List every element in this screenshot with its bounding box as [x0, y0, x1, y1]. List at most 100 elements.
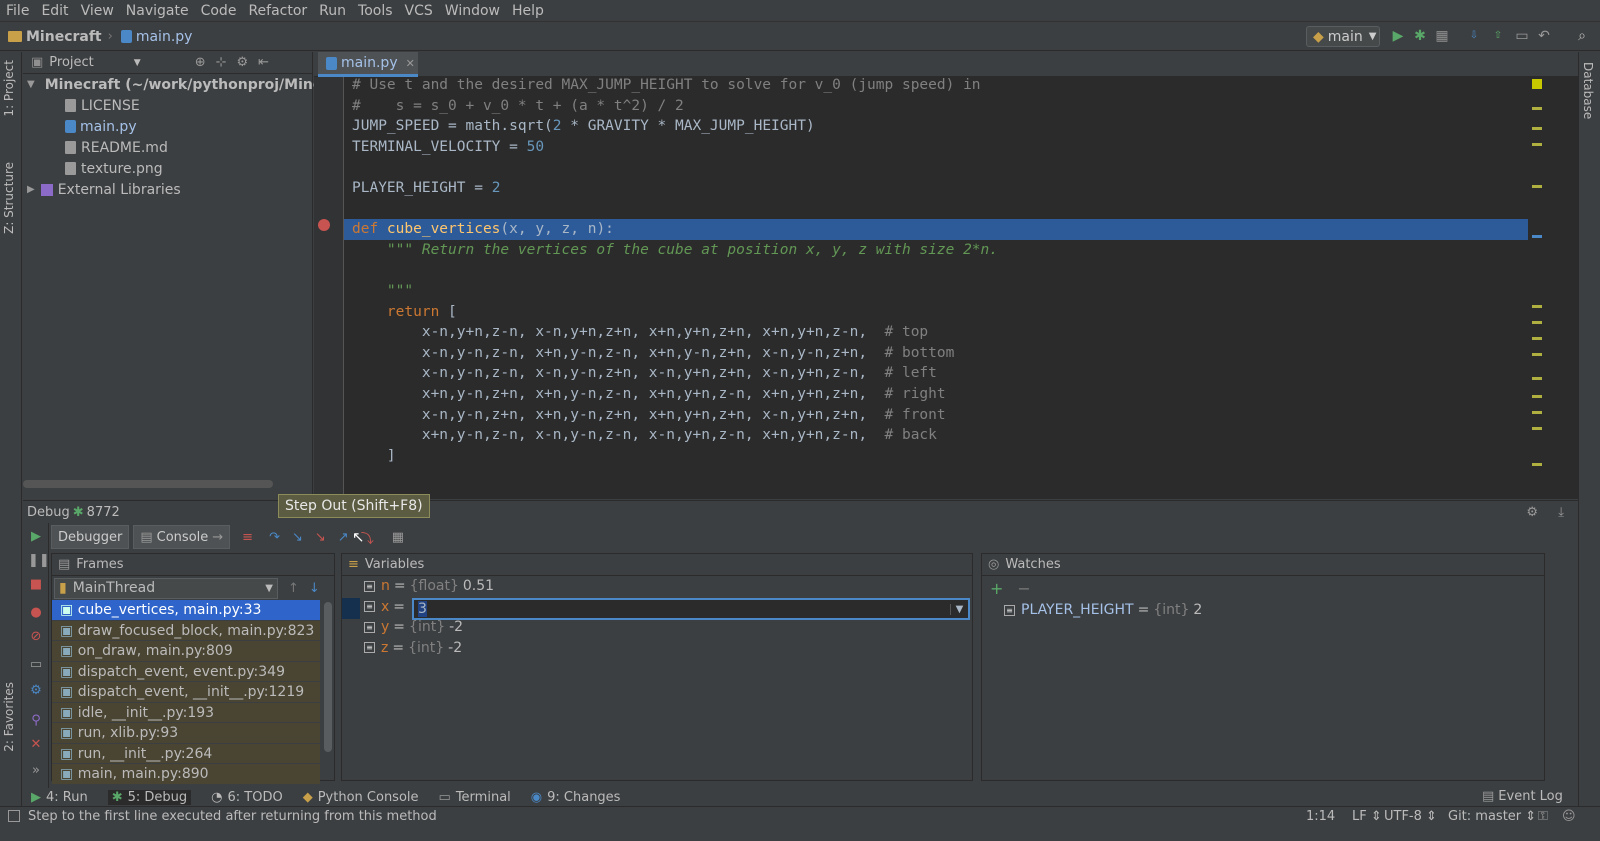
menu-help[interactable]: Help — [506, 0, 550, 22]
menu-tools[interactable]: Tools — [352, 0, 399, 22]
search-icon[interactable]: ⌕ — [1574, 28, 1590, 44]
error-stripe[interactable] — [1528, 77, 1546, 499]
tree-file[interactable]: LICENSE — [23, 95, 312, 116]
tool-tab-5-debug[interactable]: ✱ 5: Debug — [107, 789, 192, 805]
menu-window[interactable]: Window — [439, 0, 506, 22]
view-breakpoints-icon[interactable]: ● — [28, 605, 44, 621]
tool-tab-terminal[interactable]: ▭ Terminal — [439, 790, 511, 805]
frame-row[interactable]: ▣ main, main.py:890 — [52, 764, 320, 785]
watch-row[interactable]: ≡ PLAYER_HEIGHT = {int} 2 — [982, 600, 1544, 621]
close-icon[interactable]: ✕ — [28, 737, 44, 753]
event-log-button[interactable]: ▤ Event Log — [1482, 789, 1563, 804]
layout-icon[interactable]: ▭ — [28, 657, 44, 673]
file-encoding[interactable]: UTF-8 ⇕ — [1384, 809, 1437, 824]
run-icon[interactable]: ▶ — [1390, 28, 1406, 44]
breakpoint-icon[interactable] — [318, 219, 330, 231]
tab-debugger[interactable]: Debugger — [51, 525, 130, 549]
more-icon[interactable]: » — [28, 763, 44, 779]
stop-icon[interactable]: ■ — [28, 577, 44, 593]
tab-structure[interactable]: Z: Structure — [2, 162, 16, 234]
frame-row[interactable]: ▣ run, xlib.py:93 — [52, 723, 320, 744]
tree-root[interactable]: ▼ Minecraft (~/work/pythonproj/Mine — [23, 74, 322, 95]
menu-vcs[interactable]: VCS — [399, 0, 439, 22]
tab-project[interactable]: 1: Project — [2, 60, 16, 117]
previous-frame-icon[interactable]: ↑ — [288, 581, 299, 596]
code-area[interactable]: # Use t and the desired MAX_JUMP_HEIGHT … — [344, 77, 1538, 499]
vcs-update-icon[interactable]: ⇩ — [1466, 28, 1482, 44]
tree-file[interactable]: README.md — [23, 137, 312, 158]
show-execution-point-icon[interactable]: ≡ — [242, 530, 253, 545]
step-into-icon[interactable]: ↘ — [292, 530, 303, 545]
menu-run[interactable]: Run — [313, 0, 352, 22]
variable-row[interactable]: ≡ n = {float} 0.51 — [342, 576, 972, 597]
pause-icon[interactable]: ❚❚ — [28, 553, 50, 569]
coverage-icon[interactable]: ▦ — [1434, 28, 1450, 44]
mute-breakpoints-icon[interactable]: ⊘ — [28, 629, 44, 645]
frame-row[interactable]: ▣ dispatch_event, __init__.py:1219 — [52, 682, 320, 703]
gear-icon[interactable]: ⚙ — [237, 55, 249, 70]
vcs-branch[interactable]: Git: master ⇕ — [1448, 809, 1536, 824]
expand-icon[interactable]: ▶ — [27, 184, 35, 195]
tool-tab-4-run[interactable]: ▶ 4: Run — [31, 790, 88, 805]
inspector-icon[interactable]: ☺ — [1562, 809, 1576, 824]
step-over-icon[interactable]: ↷ — [269, 530, 280, 545]
frame-row[interactable]: ▣ dispatch_event, event.py:349 — [52, 661, 320, 682]
resume-icon[interactable]: ▶ — [28, 529, 44, 545]
breadcrumb-project[interactable]: Minecraft — [8, 29, 102, 45]
debug-session-tab[interactable]: 8772 — [87, 505, 120, 520]
variable-row[interactable]: ≡ z = {int} -2 — [342, 638, 972, 659]
tree-file[interactable]: texture.png — [23, 158, 312, 179]
settings-icon[interactable]: ⚙ — [28, 683, 44, 699]
editor-gutter[interactable] — [314, 77, 344, 499]
frame-row[interactable]: ▣ on_draw, main.py:809 — [52, 641, 320, 662]
vcs-commit-icon[interactable]: ⇧ — [1490, 28, 1506, 44]
revert-icon[interactable]: ↶ — [1536, 28, 1552, 44]
debug-icon[interactable]: ✱ — [1412, 28, 1428, 44]
variable-row[interactable]: ≡ y = {int} -2 — [342, 617, 972, 638]
lock-icon[interactable]: ⚿ — [1538, 809, 1548, 824]
scroll-from-source-icon[interactable]: ⊕ — [195, 55, 206, 70]
pin-tab-icon[interactable]: ⚲ — [28, 713, 44, 729]
line-separator[interactable]: LF ⇕ — [1352, 809, 1382, 824]
gear-icon[interactable]: ⚙ — [1526, 505, 1538, 520]
menu-navigate[interactable]: Navigate — [120, 0, 195, 22]
menu-view[interactable]: View — [75, 0, 120, 22]
breadcrumb-file[interactable]: main.py — [120, 29, 192, 45]
frame-row[interactable]: ▣ idle, __init__.py:193 — [52, 702, 320, 723]
force-step-into-icon[interactable]: ↘ — [315, 530, 326, 545]
menu-refactor[interactable]: Refactor — [242, 0, 313, 22]
hide-icon[interactable]: ⇤ — [258, 55, 269, 70]
horizontal-scrollbar[interactable] — [23, 480, 273, 488]
chevron-down-icon[interactable]: ▼ — [134, 58, 141, 68]
frame-row[interactable]: ▣ draw_focused_block, main.py:823 — [52, 620, 320, 641]
step-out-icon[interactable]: ↗ — [338, 530, 349, 545]
project-view-select[interactable]: Project — [49, 55, 93, 70]
caret-position[interactable]: 1:14 — [1306, 809, 1335, 824]
hide-panel-icon[interactable]: ⤓ — [1558, 505, 1564, 520]
collapse-all-icon[interactable]: ⊹ — [216, 55, 227, 70]
tab-main-py[interactable]: main.py ✕ — [318, 52, 418, 77]
tab-favorites[interactable]: 2: Favorites — [2, 682, 16, 752]
menu-file[interactable]: File — [0, 0, 35, 22]
value-edit-field[interactable]: 3 ▼ — [412, 598, 970, 620]
compare-icon[interactable]: ▭ — [1514, 28, 1530, 44]
tool-tab-python-console[interactable]: ◆ Python Console — [303, 790, 419, 805]
next-frame-icon[interactable]: ↓ — [309, 581, 320, 596]
frame-row[interactable]: ▣ run, __init__.py:264 — [52, 743, 320, 764]
evaluate-icon[interactable]: ▦ — [392, 530, 404, 545]
close-icon[interactable]: ✕ — [406, 57, 415, 70]
add-watch-icon[interactable]: + — [990, 579, 1003, 598]
menu-code[interactable]: Code — [195, 0, 243, 22]
tree-file[interactable]: main.py — [23, 116, 312, 137]
remove-watch-icon[interactable]: − — [1017, 579, 1030, 598]
tree-external-libraries[interactable]: ▶ External Libraries — [23, 179, 312, 200]
tab-console[interactable]: ▤ Console → — [133, 525, 231, 549]
tool-tab-6-todo[interactable]: ◔ 6: TODO — [211, 790, 283, 805]
frames-scrollbar[interactable] — [324, 602, 332, 752]
run-config-select[interactable]: ◆ main ▼ — [1306, 26, 1380, 47]
tab-database[interactable]: Database — [1581, 62, 1595, 119]
toggle-tool-windows-icon[interactable] — [8, 810, 20, 822]
menu-edit[interactable]: Edit — [35, 0, 74, 22]
thread-select[interactable]: ▮ MainThread ▼ — [54, 577, 278, 599]
chevron-down-icon[interactable]: ▼ — [950, 603, 968, 615]
